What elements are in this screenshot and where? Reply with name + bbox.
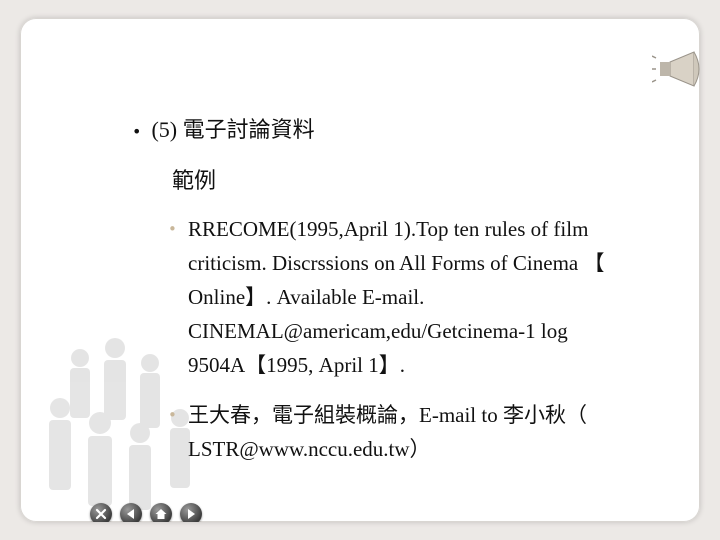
- back-button[interactable]: [120, 503, 142, 522]
- close-button[interactable]: [90, 503, 112, 522]
- bullet-marker: •: [132, 122, 142, 141]
- slide: • (5) 電子討論資料 範例 • RRECOME(1995,April 1).…: [20, 18, 700, 522]
- heading-bullet-row: • (5) 電子討論資料: [132, 112, 315, 144]
- bullet-marker: •: [168, 406, 177, 424]
- item-line: RRECOME(1995,April 1).Top ten rules of f…: [188, 217, 589, 241]
- item-line: criticism. Discrssions on All Forms of C…: [188, 251, 605, 275]
- forward-button[interactable]: [180, 503, 202, 522]
- bullet-marker: •: [168, 220, 177, 238]
- item-line: Online】. Available E-mail.: [188, 285, 425, 309]
- item-line: LSTR@www.nccu.edu.tw）: [188, 437, 431, 461]
- megaphone-icon: [652, 51, 700, 87]
- back-icon: [127, 509, 134, 519]
- slide-subheading: 範例: [172, 168, 217, 193]
- list-item: • RRECOME(1995,April 1).Top ten rules of…: [168, 212, 668, 382]
- item-line: CINEMAL@americam,edu/Getcinema-1 log: [188, 319, 568, 343]
- list-item: • 王大春，電子組裝概論，E-mail to 李小秋（ LSTR@www.ncc…: [168, 398, 668, 466]
- slide-navigation: [90, 503, 202, 522]
- home-button[interactable]: [150, 503, 172, 522]
- slide-heading: (5) 電子討論資料: [151, 117, 315, 142]
- forward-icon: [188, 509, 195, 519]
- item-line: 王大春，電子組裝概論，E-mail to 李小秋（: [188, 403, 587, 427]
- item-line: 9504A【1995, April 1】.: [188, 353, 405, 377]
- close-icon: [95, 508, 107, 520]
- home-icon: [155, 509, 167, 519]
